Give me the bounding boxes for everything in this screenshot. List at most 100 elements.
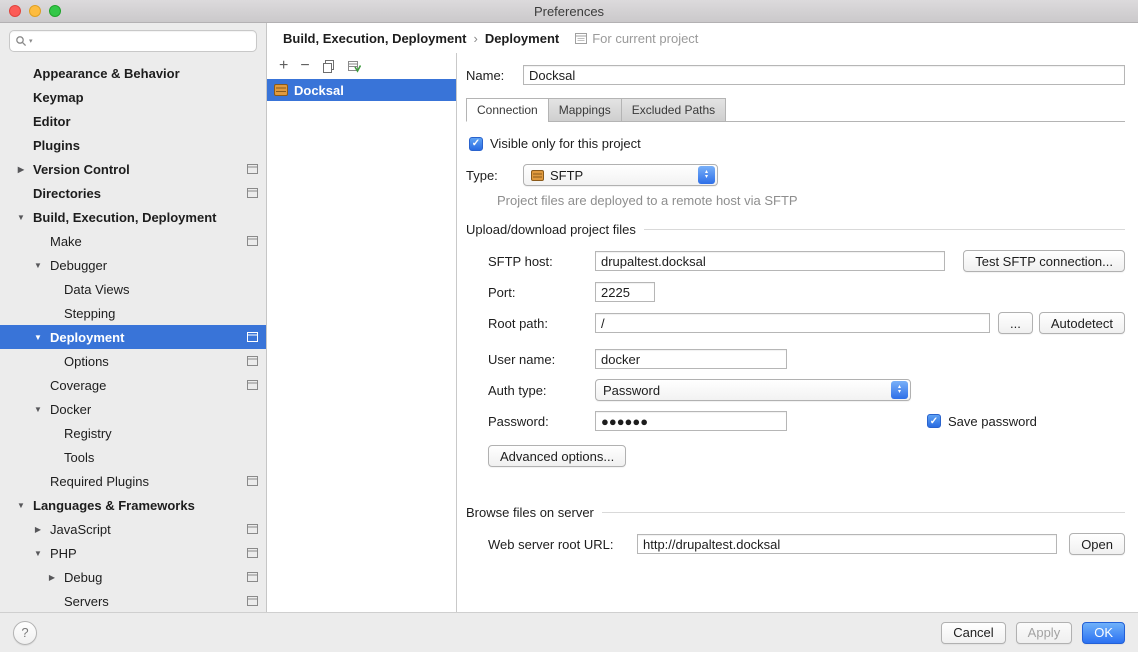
chevron-right-icon[interactable]: ▶ <box>32 525 44 534</box>
auth-type-value: Password <box>603 383 660 398</box>
sidebar-item-coverage[interactable]: Coverage <box>0 373 266 397</box>
root-path-label: Root path: <box>488 316 595 331</box>
port-label: Port: <box>488 285 595 300</box>
save-password-label: Save password <box>948 414 1037 429</box>
project-settings-icon <box>247 188 258 198</box>
autodetect-button[interactable]: Autodetect <box>1039 312 1125 334</box>
type-label: Type: <box>466 168 523 183</box>
scope-indicator: For current project <box>575 31 698 46</box>
server-icon <box>274 84 288 96</box>
sftp-host-row: SFTP host: Test SFTP connection... <box>488 250 1125 272</box>
project-settings-icon <box>247 596 258 606</box>
sidebar-item-options[interactable]: Options <box>0 349 266 373</box>
tab-mappings[interactable]: Mappings <box>548 98 621 121</box>
sidebar-item-version-control[interactable]: ▶ Version Control <box>0 157 266 181</box>
search-icon <box>15 35 27 47</box>
use-as-default-icon[interactable] <box>347 60 361 73</box>
password-label: Password: <box>488 414 595 429</box>
user-name-label: User name: <box>488 352 595 367</box>
help-button[interactable]: ? <box>13 621 37 645</box>
sidebar-item-php[interactable]: ▼ PHP <box>0 541 266 565</box>
sidebar-item-stepping[interactable]: Stepping <box>0 301 266 325</box>
sidebar-item-php-servers[interactable]: Servers <box>0 589 266 612</box>
type-select[interactable]: SFTP ▴ ▾ <box>523 164 718 186</box>
ok-button[interactable]: OK <box>1082 622 1125 644</box>
close-button[interactable] <box>9 5 21 17</box>
sidebar-item-editor[interactable]: Editor <box>0 109 266 133</box>
settings-search[interactable]: ▾ <box>9 30 257 52</box>
tab-connection[interactable]: Connection <box>466 98 548 122</box>
root-path-row: Root path: ... Autodetect <box>488 312 1125 334</box>
port-input[interactable] <box>595 282 655 302</box>
password-input[interactable] <box>595 411 787 431</box>
sidebar-item-data-views[interactable]: Data Views <box>0 277 266 301</box>
sidebar-item-make[interactable]: Make <box>0 229 266 253</box>
breadcrumb-build-execution-deployment[interactable]: Build, Execution, Deployment <box>283 31 466 46</box>
root-path-browse-button[interactable]: ... <box>998 312 1033 334</box>
sidebar-item-plugins[interactable]: Plugins <box>0 133 266 157</box>
user-name-input[interactable] <box>595 349 787 369</box>
add-server-icon[interactable]: + <box>279 58 288 74</box>
web-root-row: Web server root URL: Open <box>488 533 1125 555</box>
dropdown-stepper-icon: ▴ ▾ <box>698 166 715 184</box>
server-list-item[interactable]: Docksal <box>267 79 456 101</box>
open-button[interactable]: Open <box>1069 533 1125 555</box>
chevron-right-icon[interactable]: ▶ <box>15 165 27 174</box>
chevron-down-icon[interactable]: ▼ <box>15 501 27 510</box>
current-project-icon <box>575 33 587 44</box>
project-settings-icon <box>247 356 258 366</box>
name-label: Name: <box>466 68 523 83</box>
sidebar-item-directories[interactable]: Directories <box>0 181 266 205</box>
minimize-button[interactable] <box>29 5 41 17</box>
visible-only-checkbox[interactable]: ✓ <box>469 137 483 151</box>
chevron-down-icon[interactable]: ▼ <box>32 405 44 414</box>
remove-server-icon[interactable]: − <box>300 58 309 74</box>
project-settings-icon <box>247 164 258 174</box>
sidebar-item-build-execution-deployment[interactable]: ▼ Build, Execution, Deployment <box>0 205 266 229</box>
sidebar-item-deployment[interactable]: ▼ Deployment <box>0 325 266 349</box>
chevron-down-icon[interactable]: ▼ <box>15 213 27 222</box>
sftp-icon <box>531 170 544 181</box>
chevron-down-icon[interactable]: ▼ <box>32 261 44 270</box>
sidebar-item-debugger[interactable]: ▼ Debugger <box>0 253 266 277</box>
sidebar-item-registry[interactable]: Registry <box>0 421 266 445</box>
chevron-down-icon[interactable]: ▼ <box>32 549 44 558</box>
auth-type-select[interactable]: Password ▴ ▾ <box>595 379 911 401</box>
upload-group-header: Upload/download project files <box>466 222 1125 237</box>
project-settings-icon <box>247 548 258 558</box>
tab-excluded-paths[interactable]: Excluded Paths <box>621 98 726 121</box>
test-sftp-connection-button[interactable]: Test SFTP connection... <box>963 250 1125 272</box>
sidebar-item-required-plugins[interactable]: Required Plugins <box>0 469 266 493</box>
chevron-down-icon[interactable]: ▾ <box>29 37 33 45</box>
type-value: SFTP <box>550 168 583 183</box>
name-row: Name: <box>466 65 1125 85</box>
sidebar-item-docker[interactable]: ▼ Docker <box>0 397 266 421</box>
sftp-host-input[interactable] <box>595 251 945 271</box>
chevron-right-icon[interactable]: ▶ <box>46 573 58 582</box>
server-name: Docksal <box>294 83 344 98</box>
search-input[interactable] <box>35 33 251 49</box>
copy-server-icon[interactable] <box>322 60 335 73</box>
zoom-button[interactable] <box>49 5 61 17</box>
preferences-window: Preferences ▾ Appearance & Behavior Keym… <box>0 0 1138 652</box>
save-password-checkbox[interactable]: ✓ <box>927 414 941 428</box>
sidebar-item-javascript[interactable]: ▶ JavaScript <box>0 517 266 541</box>
chevron-down-icon[interactable]: ▼ <box>32 333 44 342</box>
sidebar-item-appearance-behavior[interactable]: Appearance & Behavior <box>0 61 266 85</box>
visible-only-label: Visible only for this project <box>490 136 641 151</box>
web-root-input[interactable] <box>637 534 1057 554</box>
cancel-button[interactable]: Cancel <box>941 622 1005 644</box>
breadcrumb-separator-icon: › <box>473 31 477 46</box>
advanced-options-row: Advanced options... <box>488 445 1125 467</box>
name-input[interactable] <box>523 65 1125 85</box>
sidebar-item-languages-frameworks[interactable]: ▼ Languages & Frameworks <box>0 493 266 517</box>
traffic-lights <box>9 5 61 17</box>
sidebar-item-php-debug[interactable]: ▶ Debug <box>0 565 266 589</box>
check-icon: ✓ <box>930 416 938 427</box>
divider <box>602 512 1125 513</box>
auth-type-label: Auth type: <box>488 383 595 398</box>
sidebar-item-tools[interactable]: Tools <box>0 445 266 469</box>
sidebar-item-keymap[interactable]: Keymap <box>0 85 266 109</box>
advanced-options-button[interactable]: Advanced options... <box>488 445 626 467</box>
root-path-input[interactable] <box>595 313 990 333</box>
